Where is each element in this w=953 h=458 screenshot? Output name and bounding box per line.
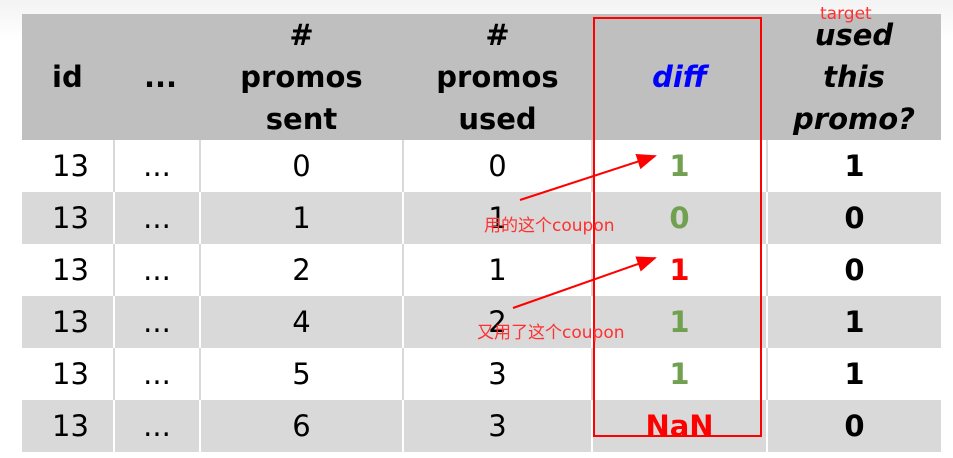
cell-target: 0 <box>766 192 941 244</box>
cell-id: 13 <box>22 296 114 348</box>
table-row: 13 ... 5 3 1 1 <box>22 348 941 400</box>
cell-target: 0 <box>766 244 941 296</box>
cell-diff: 1 <box>591 140 767 192</box>
cell-dots: ... <box>113 348 200 400</box>
cell-used: 3 <box>402 348 592 400</box>
cell-target: 1 <box>766 140 941 192</box>
annotation-note-1: 用的这个coupon <box>484 216 615 236</box>
cell-target: 1 <box>766 348 941 400</box>
header-promos-used: # promos used <box>403 14 592 140</box>
cell-id: 13 <box>22 348 114 400</box>
header-row: id ... # promos sent # promos used diff … <box>22 14 941 140</box>
table-row: 13 ... 2 1 1 0 <box>22 244 941 296</box>
header-promos-used-text: # promos used <box>436 18 559 136</box>
cell-id: 13 <box>22 400 114 452</box>
cell-dots: ... <box>113 192 200 244</box>
cell-diff: 0 <box>591 192 767 244</box>
cell-diff: 1 <box>591 348 767 400</box>
cell-sent: 0 <box>199 140 403 192</box>
cell-sent: 6 <box>199 400 403 452</box>
table-row: 13 ... 1 1 0 0 <box>22 192 941 244</box>
table-row: 13 ... 6 3 NaN 0 <box>22 400 941 452</box>
header-promos-sent: # promos sent <box>200 14 403 140</box>
cell-used: 3 <box>402 400 592 452</box>
header-dots: ... <box>114 14 200 140</box>
cell-dots: ... <box>113 296 200 348</box>
cell-sent: 1 <box>199 192 403 244</box>
cell-sent: 4 <box>199 296 403 348</box>
table-row: 13 ... 0 0 1 1 <box>22 140 941 192</box>
cell-target: 1 <box>766 296 941 348</box>
cell-id: 13 <box>22 192 114 244</box>
header-diff: diff <box>592 14 767 140</box>
target-annotation: target <box>820 4 872 24</box>
header-used-this-promo: used this promo? <box>767 14 941 140</box>
header-used-this-promo-text: used this promo? <box>793 18 915 136</box>
cell-dots: ... <box>113 140 200 192</box>
data-table: id ... # promos sent # promos used diff … <box>22 14 941 452</box>
slide: id ... # promos sent # promos used diff … <box>0 0 953 458</box>
cell-dots: ... <box>113 244 200 296</box>
cell-id: 13 <box>22 140 114 192</box>
cell-id: 13 <box>22 244 114 296</box>
cell-target: 0 <box>766 400 941 452</box>
header-promos-sent-text: # promos sent <box>240 18 363 136</box>
cell-used: 1 <box>402 244 592 296</box>
header-id: id <box>22 14 114 140</box>
cell-sent: 5 <box>199 348 403 400</box>
cell-sent: 2 <box>199 244 403 296</box>
cell-used: 0 <box>402 140 592 192</box>
cell-diff: 1 <box>591 244 767 296</box>
cell-diff: NaN <box>591 400 767 452</box>
annotation-note-2: 又用了这个coupon <box>477 323 625 343</box>
cell-dots: ... <box>113 400 200 452</box>
